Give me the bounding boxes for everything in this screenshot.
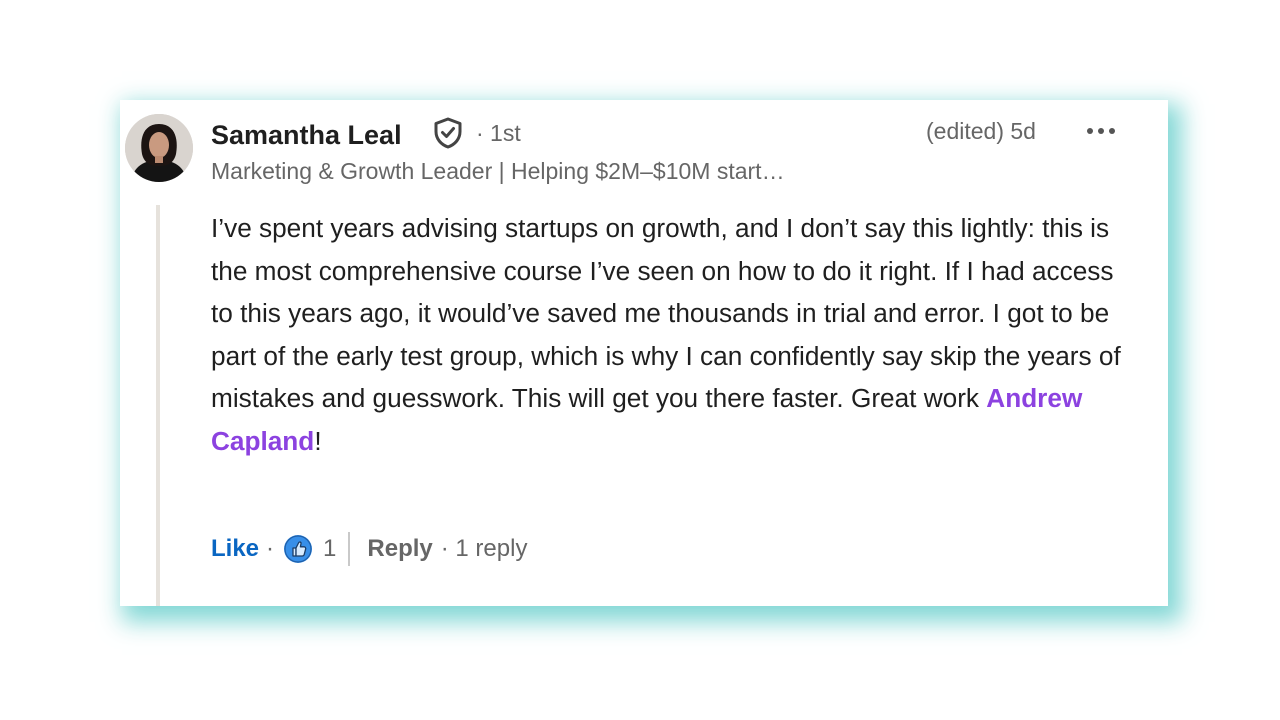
comment-body: I’ve spent years advising startups on gr…	[211, 207, 1136, 463]
reply-button[interactable]: Reply	[367, 535, 432, 563]
comment-body-end: !	[314, 425, 322, 456]
like-button[interactable]: Like	[211, 535, 259, 563]
thread-line	[156, 205, 160, 606]
avatar[interactable]	[125, 114, 193, 182]
comment-actions: Like · 1 Reply · 1 reply	[211, 530, 527, 568]
more-options-icon[interactable]	[1082, 118, 1120, 144]
page-stage: Samantha Leal · 1st Marketing & Growth L…	[0, 0, 1280, 720]
author-name[interactable]: Samantha Leal	[211, 118, 402, 152]
author-headline: Marketing & Growth Leader | Helping $2M–…	[211, 158, 785, 184]
reply-count[interactable]: · 1 reply	[441, 535, 528, 563]
more-dot	[1087, 128, 1093, 134]
edited-timestamp: (edited) 5d	[926, 118, 1036, 144]
avatar-image	[125, 114, 193, 182]
more-dot	[1098, 128, 1104, 134]
connection-degree: · 1st	[476, 120, 521, 146]
more-dot	[1109, 128, 1115, 134]
reaction-count[interactable]: 1	[323, 535, 336, 563]
actions-divider	[348, 532, 351, 566]
like-reaction-icon[interactable]	[283, 534, 313, 564]
comment-body-text: I’ve spent years advising startups on gr…	[211, 213, 1121, 414]
verified-shield-icon	[434, 117, 462, 149]
separator-dot: ·	[266, 535, 275, 562]
